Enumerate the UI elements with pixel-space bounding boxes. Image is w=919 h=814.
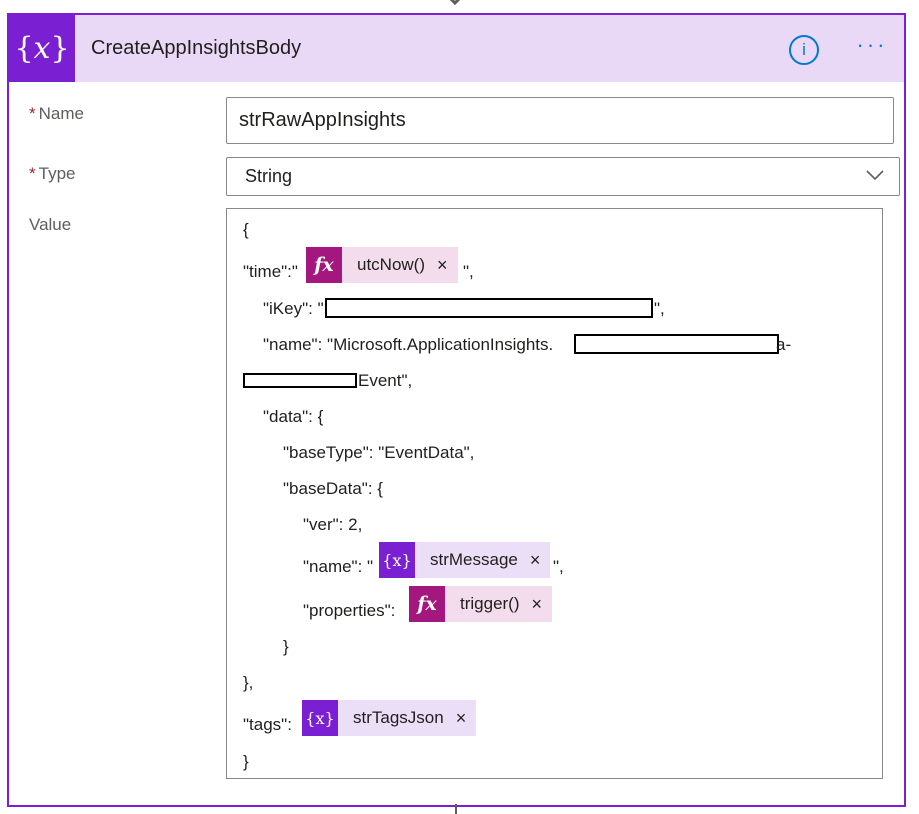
variable-icon: {x}: [302, 700, 338, 736]
code-line: "tags":: [243, 715, 292, 734]
code-line: }: [283, 637, 289, 656]
code-line: },: [243, 673, 254, 692]
function-icon: fx: [409, 586, 445, 622]
code-line: }: [243, 752, 249, 771]
code-line: ",: [654, 299, 665, 318]
remove-token-icon[interactable]: ×: [431, 255, 458, 276]
type-dropdown[interactable]: String: [226, 157, 900, 196]
code-line: "time":": [243, 262, 298, 281]
code-line: "baseData": {: [283, 479, 383, 498]
code-line: ",: [463, 262, 474, 281]
required-mark: *: [29, 164, 36, 183]
code-line: "baseType": "EventData",: [283, 443, 475, 462]
code-line: "data": {: [263, 407, 324, 426]
variable-token[interactable]: {x} strTagsJson ×: [302, 700, 477, 736]
token-label: trigger(): [460, 594, 520, 613]
remove-token-icon[interactable]: ×: [526, 594, 553, 615]
code-line: "name": ": [303, 557, 374, 576]
variable-icon: {𝑥}: [9, 15, 75, 82]
code-line: "name": "Microsoft.ApplicationInsights.: [263, 335, 554, 354]
code-line: "ver": 2,: [303, 515, 363, 534]
action-header[interactable]: {𝑥} CreateAppInsightsBody i ···: [9, 15, 904, 82]
code-line: {: [243, 220, 249, 239]
token-label: strMessage: [430, 550, 518, 569]
variable-icon: {x}: [379, 542, 415, 578]
code-line: Event",: [358, 371, 413, 390]
token-label: utcNow(): [357, 255, 426, 274]
function-icon: fx: [306, 247, 342, 283]
value-label: Value: [29, 215, 72, 234]
token-label: strTagsJson: [353, 708, 444, 727]
info-icon[interactable]: i: [789, 35, 819, 65]
redacted-block: [574, 334, 779, 354]
flow-arrow-icon: [449, 0, 461, 6]
remove-token-icon[interactable]: ×: [524, 550, 551, 571]
action-card: {𝑥} CreateAppInsightsBody i ··· * Name st…: [7, 13, 906, 807]
variable-token[interactable]: {x} strMessage ×: [379, 542, 551, 578]
action-title[interactable]: CreateAppInsightsBody: [91, 37, 301, 60]
code-line: "iKey": ": [263, 299, 324, 318]
required-mark: *: [29, 104, 36, 123]
code-line: a-: [776, 335, 792, 354]
chevron-down-icon: [866, 170, 884, 181]
remove-token-icon[interactable]: ×: [450, 708, 477, 729]
code-line: ",: [553, 557, 564, 576]
redacted-block: [325, 298, 653, 318]
redacted-block: [243, 373, 357, 388]
name-input[interactable]: strRawAppInsights: [226, 97, 894, 144]
name-label: * Name: [29, 104, 84, 123]
expression-token[interactable]: fx utcNow() ×: [306, 247, 458, 283]
code-line: "properties":: [303, 601, 396, 620]
type-value: String: [245, 166, 293, 186]
more-options-icon[interactable]: ···: [854, 33, 890, 63]
type-label: * Type: [29, 164, 76, 183]
expression-token[interactable]: fx trigger() ×: [409, 586, 553, 622]
value-editor[interactable]: { "time":" fx utcNow() × ", "iKey": " ",…: [226, 208, 883, 779]
flow-connector: [455, 804, 457, 814]
